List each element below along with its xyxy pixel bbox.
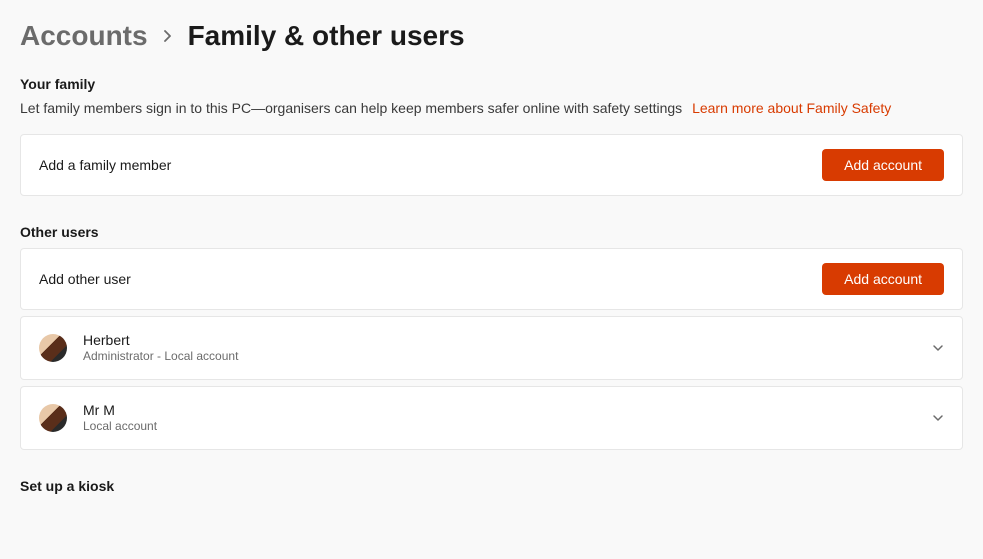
add-other-user-card: Add other user Add account bbox=[20, 248, 963, 310]
user-row[interactable]: Mr M Local account bbox=[20, 386, 963, 450]
family-heading: Your family bbox=[20, 76, 963, 92]
breadcrumb: Accounts Family & other users bbox=[20, 20, 963, 52]
add-family-label: Add a family member bbox=[39, 157, 171, 173]
chevron-down-icon bbox=[932, 342, 944, 354]
family-description: Let family members sign in to this PC—or… bbox=[20, 100, 963, 116]
add-other-user-label: Add other user bbox=[39, 271, 131, 287]
user-role: Administrator - Local account bbox=[83, 349, 932, 365]
chevron-right-icon bbox=[162, 30, 174, 42]
family-description-text: Let family members sign in to this PC—or… bbox=[20, 100, 682, 116]
user-info: Herbert Administrator - Local account bbox=[83, 331, 932, 365]
breadcrumb-root[interactable]: Accounts bbox=[20, 20, 148, 52]
kiosk-heading: Set up a kiosk bbox=[20, 478, 963, 494]
avatar bbox=[39, 334, 67, 362]
chevron-down-icon bbox=[932, 412, 944, 424]
avatar bbox=[39, 404, 67, 432]
user-row[interactable]: Herbert Administrator - Local account bbox=[20, 316, 963, 380]
add-other-account-button[interactable]: Add account bbox=[822, 263, 944, 295]
family-safety-link[interactable]: Learn more about Family Safety bbox=[692, 100, 891, 116]
add-family-card: Add a family member Add account bbox=[20, 134, 963, 196]
page-title: Family & other users bbox=[188, 20, 465, 52]
add-family-account-button[interactable]: Add account bbox=[822, 149, 944, 181]
user-name: Herbert bbox=[83, 331, 932, 349]
user-role: Local account bbox=[83, 419, 932, 435]
user-name: Mr M bbox=[83, 401, 932, 419]
other-users-heading: Other users bbox=[20, 224, 963, 240]
user-info: Mr M Local account bbox=[83, 401, 932, 435]
